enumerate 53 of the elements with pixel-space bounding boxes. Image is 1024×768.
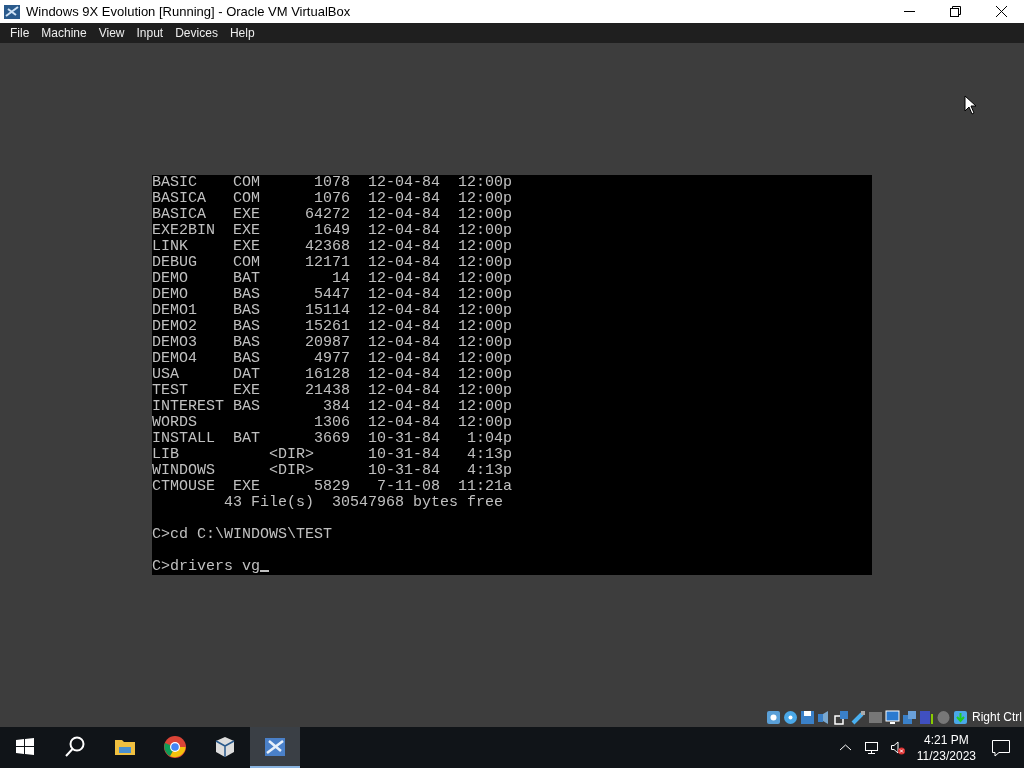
- output-line: DEMO BAS 5447 12-04-84 12:00p: [152, 287, 513, 303]
- output-line: DEMO3 BAS 20987 12-04-84 12:00p: [152, 335, 513, 351]
- output-line: DEBUG COM 12171 12-04-84 12:00p: [152, 255, 513, 271]
- host-key-label: Right Ctrl: [972, 710, 1022, 724]
- cube-icon: [213, 734, 237, 759]
- menu-item[interactable]: Input: [130, 26, 170, 40]
- cpu-icon[interactable]: [919, 709, 934, 725]
- menu-item[interactable]: Machine: [35, 26, 93, 40]
- output-line: 43 File(s) 30547968 bytes free: [223, 495, 504, 511]
- output-line: CTMOUSE EXE 5829 7-11-08 11:21a: [152, 479, 513, 495]
- menu-item[interactable]: File: [4, 26, 36, 40]
- clock-date[interactable]: 11/23/2023: [916, 747, 976, 764]
- output-line: LINK EXE 42368 12-04-84 12:00p: [152, 239, 513, 255]
- display-icon[interactable]: [885, 709, 900, 725]
- menu-item[interactable]: Devices: [169, 26, 224, 40]
- mouse-pointer-icon: [964, 95, 978, 115]
- command-line: C>drivers vg: [152, 559, 270, 575]
- app-logo-icon: [4, 3, 20, 20]
- minimize-icon: [903, 11, 915, 12]
- capture-icon[interactable]: [902, 709, 917, 725]
- clock-time[interactable]: 4:21 PM: [924, 731, 969, 748]
- output-line: WINDOWS <DIR> 10-31-84 4:13p: [152, 463, 513, 479]
- output-line: BASICA EXE 64272 12-04-84 12:00p: [152, 207, 513, 223]
- output-line: USA DAT 16128 12-04-84 12:00p: [152, 367, 513, 383]
- output-line: DEMO2 BAS 15261 12-04-84 12:00p: [152, 319, 513, 335]
- output-line: LIB <DIR> 10-31-84 4:13p: [152, 447, 513, 463]
- close-icon: [993, 4, 1009, 19]
- browser-icon: [163, 734, 187, 759]
- search-icon: [63, 734, 87, 759]
- output-line: DEMO1 BAS 15114 12-04-84 12:00p: [152, 303, 513, 319]
- muted-speaker-icon: [890, 740, 906, 755]
- output-line: INTEREST BAS 384 12-04-84 12:00p: [152, 399, 513, 415]
- usb-icon[interactable]: [851, 709, 866, 725]
- output-line: INSTALL BAT 3669 10-31-84 1:04p: [152, 431, 513, 447]
- monitor-icon: [864, 740, 880, 755]
- mouse-integration-icon[interactable]: [936, 709, 951, 725]
- output-line: DEMO BAT 14 12-04-84 12:00p: [152, 271, 513, 287]
- menu-item[interactable]: Help: [223, 26, 261, 40]
- window-title: Windows 9X Evolution [Running] - Oracle VM VirtualBox: [26, 4, 352, 19]
- network-icon[interactable]: [834, 709, 849, 725]
- output-line: BASIC COM 1078 12-04-84 12:00p: [152, 175, 513, 191]
- command-line: C>cd C:\WINDOWS\TEST: [152, 527, 333, 543]
- restore-icon: [947, 4, 963, 19]
- menu-item[interactable]: View: [92, 26, 131, 40]
- output-line: TEST EXE 21438 12-04-84 12:00p: [152, 383, 513, 399]
- output-line: EXE2BIN EXE 1649 12-04-84 12:00p: [152, 223, 513, 239]
- notifications-icon[interactable]: [990, 737, 1012, 758]
- output-line: DEMO4 BAS 4977 12-04-84 12:00p: [152, 351, 513, 367]
- output-line: WORDS 1306 12-04-84 12:00p: [152, 415, 513, 431]
- taskbar-app-button[interactable]: [250, 727, 300, 768]
- keyboard-capture-icon[interactable]: [953, 709, 968, 725]
- disc-icon[interactable]: [783, 709, 798, 725]
- output-line: BASICA COM 1076 12-04-84 12:00p: [152, 191, 513, 207]
